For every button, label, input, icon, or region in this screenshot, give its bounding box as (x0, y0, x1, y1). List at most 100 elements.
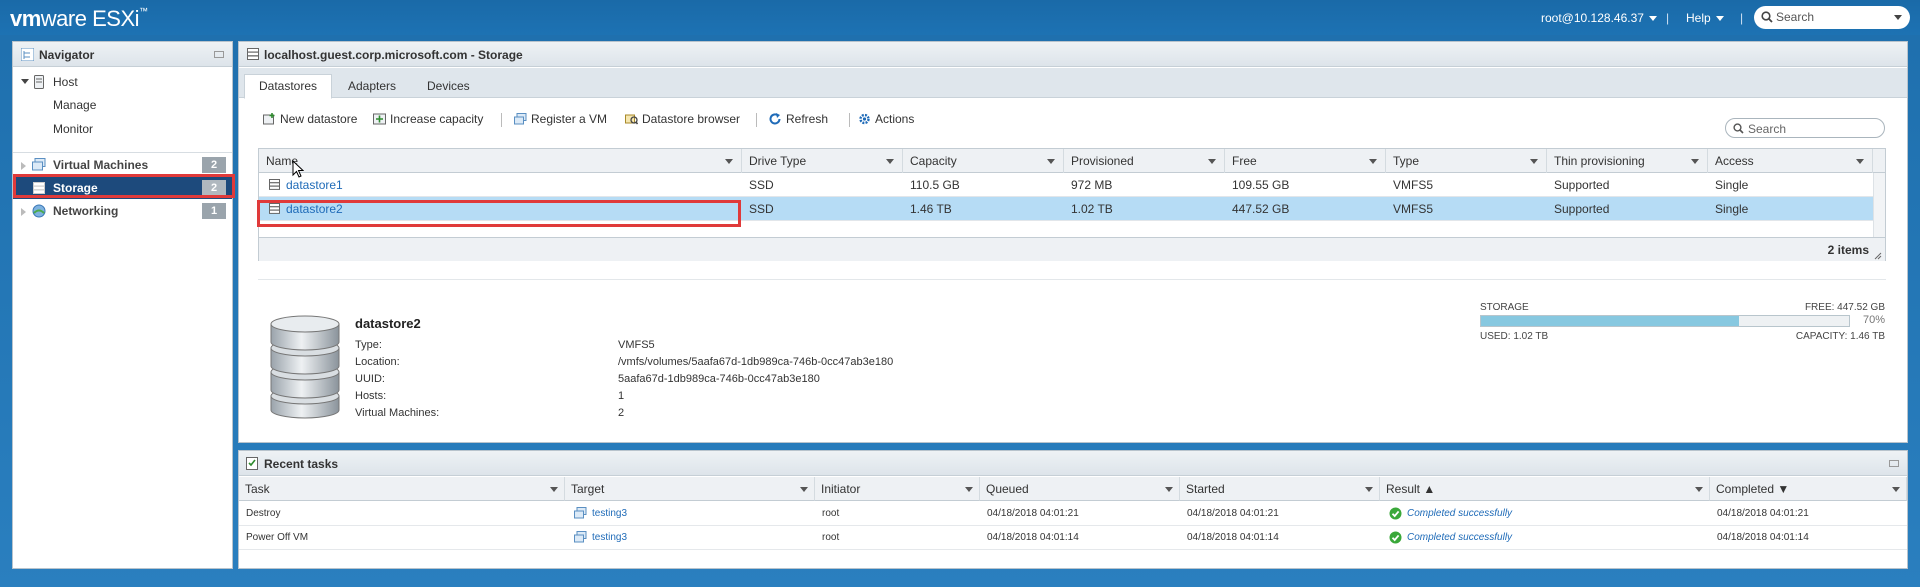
column-header-task[interactable]: Task (239, 477, 565, 501)
refresh-button[interactable]: Refresh (769, 112, 828, 126)
items-count: 2 items (1827, 243, 1869, 257)
chevron-down-icon[interactable] (1165, 487, 1173, 492)
nav-item-monitor[interactable]: Monitor (13, 118, 232, 140)
chevron-down-icon[interactable] (1856, 159, 1864, 164)
minimize-button[interactable] (214, 51, 224, 58)
cell-task: Power Off VM (246, 532, 309, 543)
column-header-capacity[interactable]: Capacity (903, 149, 1064, 173)
column-header-target[interactable]: Target (565, 477, 815, 501)
column-header-name[interactable]: Name (259, 149, 742, 173)
expand-icon[interactable] (21, 208, 26, 216)
expand-icon[interactable] (21, 162, 26, 170)
table-scrollbar[interactable] (1873, 173, 1885, 237)
cell-access: Single (1715, 178, 1749, 192)
recent-tasks-header: Recent tasks (239, 451, 1907, 476)
separator: | (1666, 11, 1670, 25)
search-icon (1761, 11, 1773, 23)
cell-initiator: root (822, 508, 840, 519)
detail-label-vms: Virtual Machines: (355, 407, 440, 419)
chevron-down-icon[interactable] (1892, 487, 1900, 492)
datastore2-highlight-box (257, 200, 741, 227)
tab-datastores[interactable]: Datastores (244, 74, 333, 99)
cell-result: Completed successfully (1407, 532, 1513, 543)
nav-item-manage[interactable]: Manage (13, 94, 232, 116)
help-menu[interactable]: Help (1686, 11, 1724, 25)
datastore-browser-button[interactable]: Datastore browser (625, 112, 740, 126)
expand-icon[interactable] (21, 79, 29, 84)
cell-queued: 04/18/2018 04:01:14 (987, 532, 1079, 543)
chevron-down-icon[interactable] (800, 487, 808, 492)
column-header-provisioned[interactable]: Provisioned (1064, 149, 1225, 173)
cell-task: Destroy (246, 508, 281, 519)
toolbar-separator (501, 113, 502, 127)
chevron-down-icon[interactable] (725, 159, 733, 164)
chevron-down-icon[interactable] (550, 487, 558, 492)
chevron-down-icon[interactable] (965, 487, 973, 492)
task-row[interactable]: Power Off VM testing3 root 04/18/2018 04… (239, 526, 1907, 550)
tasks-icon (246, 457, 258, 470)
column-header-type[interactable]: Type (1386, 149, 1547, 173)
cell-target-link[interactable]: testing3 (592, 532, 627, 543)
chevron-down-icon[interactable] (1047, 159, 1055, 164)
cell-capacity: 110.5 GB (910, 178, 960, 192)
actions-button[interactable]: Actions (858, 112, 914, 126)
chevron-down-icon[interactable] (1695, 487, 1703, 492)
datastore-detail-name: datastore2 (355, 316, 421, 331)
tab-adapters[interactable]: Adapters (334, 75, 410, 98)
chevron-down-icon[interactable] (886, 159, 894, 164)
datastore-name-link[interactable]: datastore1 (286, 178, 343, 192)
cell-access: Single (1715, 202, 1749, 216)
toolbar: New datastore Increase capacity Register… (239, 98, 1907, 138)
chevron-down-icon[interactable] (1208, 159, 1216, 164)
register-vm-button[interactable]: Register a VM (514, 112, 607, 126)
navigator-header: Navigator (13, 42, 232, 67)
table-header: Name Drive Type Capacity Provisioned Fre… (259, 149, 1885, 173)
column-header-initiator[interactable]: Initiator (815, 477, 980, 501)
nav-item-host[interactable]: Host (13, 71, 232, 93)
vmware-esxi-logo: vmware ESXi™ (10, 6, 148, 31)
minimize-button[interactable] (1889, 460, 1899, 467)
cell-drive-type: SSD (749, 202, 774, 216)
chevron-down-icon[interactable] (1369, 159, 1377, 164)
column-header-free[interactable]: Free (1225, 149, 1386, 173)
column-header-result[interactable]: Result ▲ (1380, 477, 1710, 501)
cell-queued: 04/18/2018 04:01:21 (987, 508, 1079, 519)
table-row[interactable]: datastore1 SSD 110.5 GB 972 MB 109.55 GB… (259, 173, 1873, 197)
column-header-thin-provisioning[interactable]: Thin provisioning (1547, 149, 1708, 173)
chevron-down-icon[interactable] (1365, 487, 1373, 492)
storage-usage-bar (1480, 315, 1850, 327)
networking-count-badge: 1 (202, 203, 226, 219)
table-footer: 2 items (259, 237, 1885, 261)
column-header-queued[interactable]: Queued (980, 477, 1180, 501)
detail-value-uuid: 5aafa67d-1db989ca-746b-0cc47ab3e180 (618, 373, 820, 385)
detail-label-uuid: UUID: (355, 373, 385, 385)
page-title: localhost.guest.corp.microsoft.com - Sto… (264, 48, 523, 62)
cell-target-link[interactable]: testing3 (592, 508, 627, 519)
virtual-machine-icon (574, 507, 587, 519)
datastore-search-input[interactable]: Search (1725, 118, 1885, 138)
column-header-drive-type[interactable]: Drive Type (742, 149, 903, 173)
nav-item-networking[interactable]: Networking 1 (13, 200, 232, 222)
cell-completed: 04/18/2018 04:01:14 (1717, 532, 1809, 543)
refresh-icon (769, 113, 781, 125)
column-header-completed[interactable]: Completed ▼ (1710, 477, 1907, 501)
global-search-input[interactable]: Search (1754, 6, 1910, 29)
chevron-down-icon[interactable] (1530, 159, 1538, 164)
nav-item-virtual-machines[interactable]: Virtual Machines 2 (13, 154, 232, 176)
detail-value-type: VMFS5 (618, 339, 655, 351)
tab-devices[interactable]: Devices (413, 75, 484, 98)
user-menu[interactable]: root@10.128.46.37 (1541, 11, 1657, 25)
cell-drive-type: SSD (749, 178, 774, 192)
chevron-down-icon (1648, 16, 1657, 22)
new-datastore-button[interactable]: New datastore (263, 112, 357, 126)
search-placeholder: Search (1776, 10, 1815, 24)
nav-vms-label: Virtual Machines (53, 158, 149, 172)
tab-bar: Datastores Adapters Devices (239, 68, 1907, 99)
increase-capacity-button[interactable]: Increase capacity (373, 112, 483, 126)
column-header-started[interactable]: Started (1180, 477, 1380, 501)
resize-handle-icon[interactable] (1874, 252, 1882, 260)
task-row[interactable]: Destroy testing3 root 04/18/2018 04:01:2… (239, 502, 1907, 526)
chevron-down-icon (1894, 15, 1902, 20)
column-header-access[interactable]: Access (1708, 149, 1873, 173)
chevron-down-icon[interactable] (1691, 159, 1699, 164)
